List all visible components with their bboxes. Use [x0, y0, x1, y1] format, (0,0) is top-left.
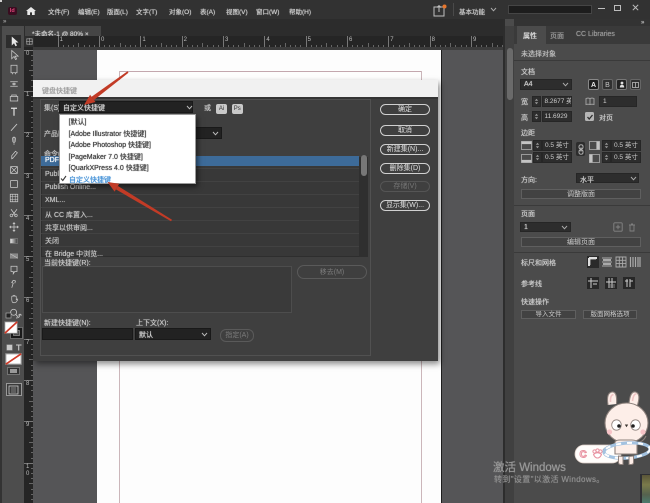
svg-text:C: C [580, 450, 587, 461]
